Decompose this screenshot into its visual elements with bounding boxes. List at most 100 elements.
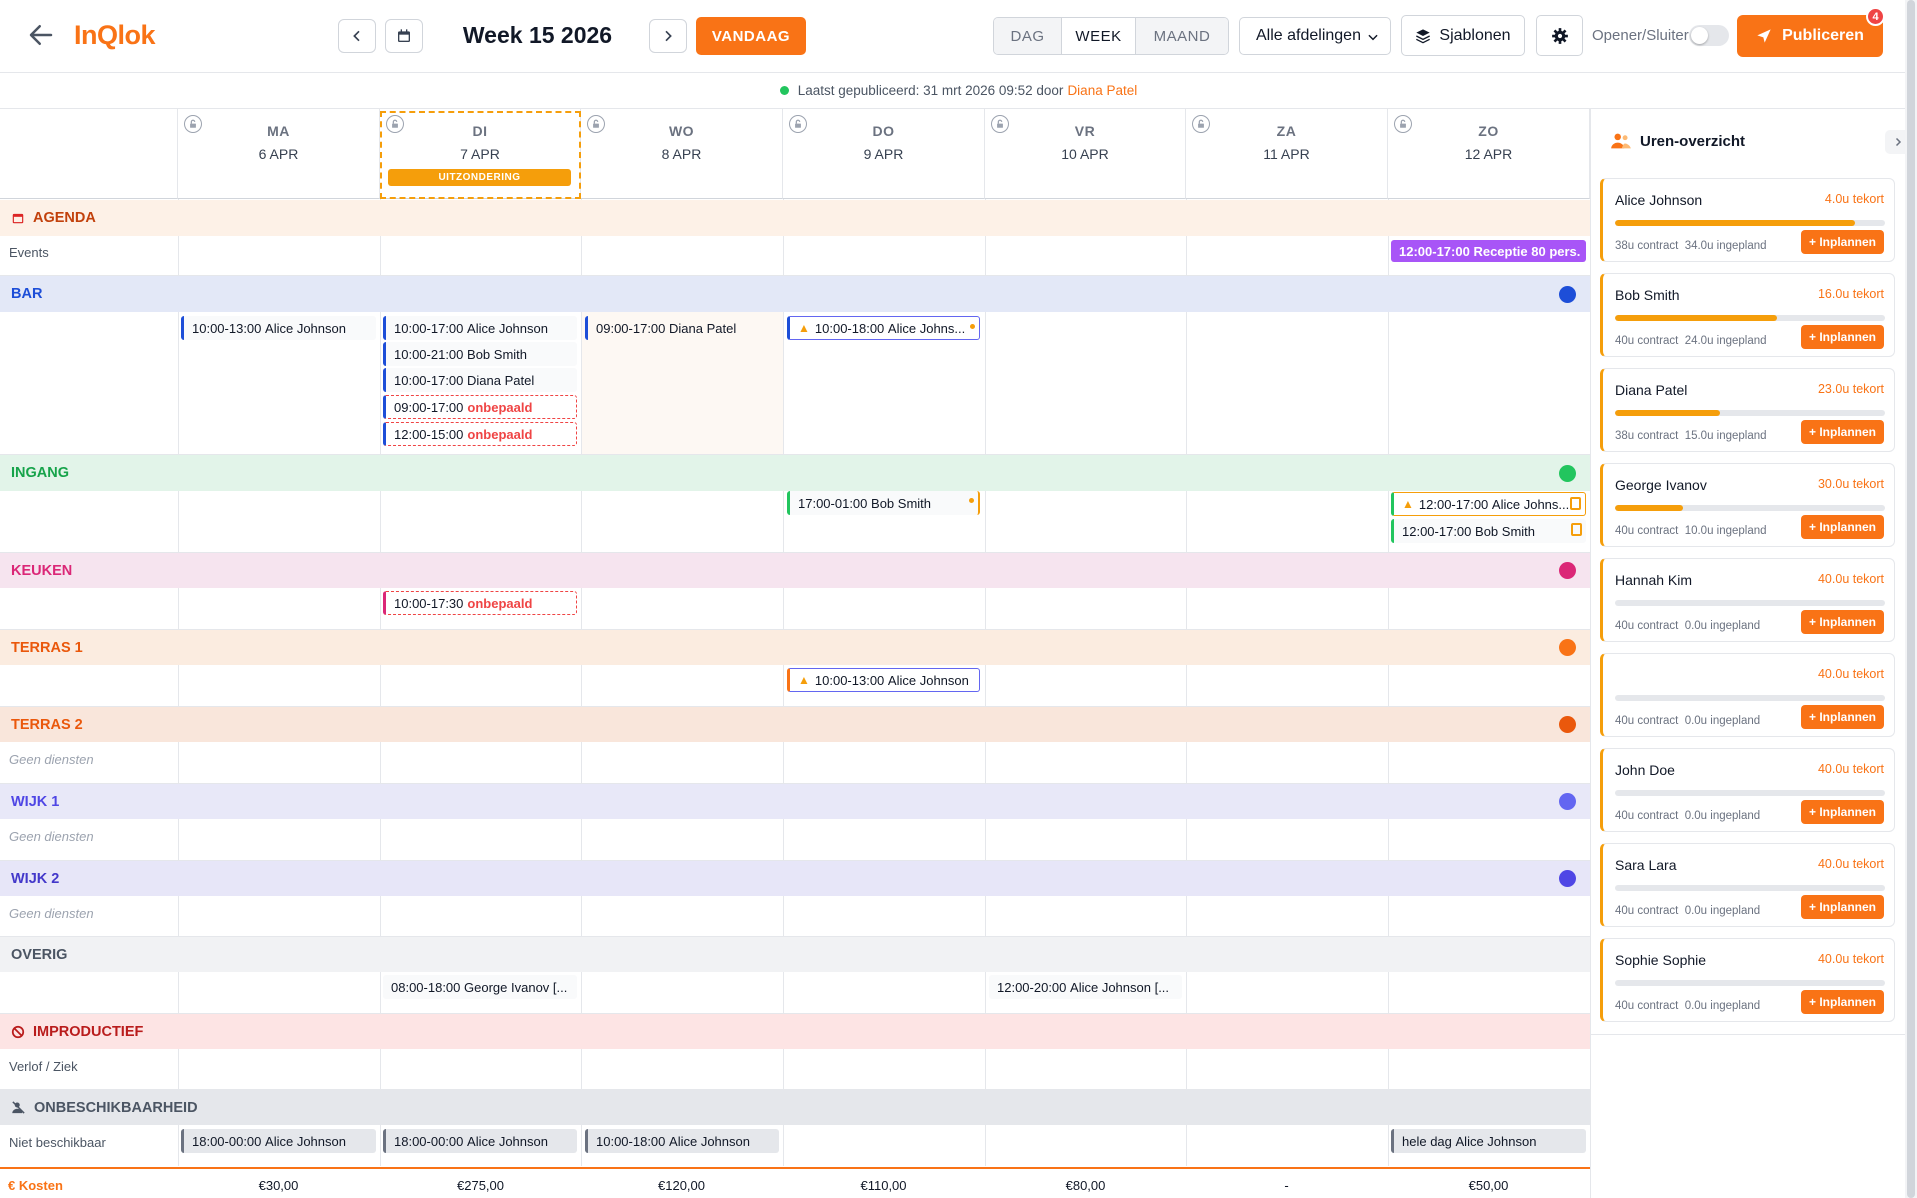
shift-card[interactable]: 10:00-17:00 Diana Patel: [383, 368, 577, 392]
day-header-zo[interactable]: ZO 12 APR: [1388, 109, 1590, 199]
back-arrow-icon[interactable]: [26, 20, 56, 50]
employee-card[interactable]: Sara Lara 40.0u tekort 40u contract 0.0u i…: [1600, 843, 1895, 927]
view-month-tab[interactable]: MAAND: [1136, 18, 1228, 54]
schedule-button[interactable]: + Inplannen: [1801, 325, 1884, 349]
planned-hours: 15.0u ingepland: [1684, 430, 1767, 442]
lock-icon[interactable]: [587, 115, 605, 133]
shift-card[interactable]: 10:00-13:00 Alice Johnson: [181, 316, 376, 340]
day-header-ma[interactable]: MA 6 APR: [178, 109, 380, 199]
shift-card[interactable]: 17:00-01:00 Bob Smith: [787, 491, 980, 515]
day-name: DO: [872, 123, 895, 139]
unavailability-card[interactable]: 18:00-00:00 Alice Johnson: [383, 1129, 577, 1153]
schedule-button[interactable]: + Inplannen: [1801, 230, 1884, 254]
day-name: MA: [267, 123, 290, 139]
published-by[interactable]: Diana Patel: [1067, 83, 1137, 98]
lock-icon[interactable]: [789, 115, 807, 133]
contract-hours: 40u contract: [1615, 905, 1679, 917]
employee-card[interactable]: 40.0u tekort 40u contract 0.0u ingepland +…: [1600, 653, 1895, 737]
cost-value: €30,00: [258, 1178, 299, 1193]
employee-card[interactable]: Hannah Kim 40.0u tekort 40u contract 0.0u …: [1600, 558, 1895, 642]
settings-button[interactable]: [1536, 15, 1583, 56]
day-header-za[interactable]: ZA 11 APR: [1186, 109, 1388, 199]
schedule-button[interactable]: + Inplannen: [1801, 420, 1884, 444]
lock-icon[interactable]: [1192, 115, 1210, 133]
shift-card[interactable]: 10:00-21:00 Bob Smith: [383, 342, 577, 366]
next-week-button[interactable]: [649, 19, 687, 53]
unavailability-card[interactable]: hele dag Alice Johnson: [1391, 1129, 1586, 1153]
employee-card[interactable]: Bob Smith 16.0u tekort 40u contract 24.0u …: [1600, 273, 1895, 357]
lock-icon[interactable]: [991, 115, 1009, 133]
employee-card[interactable]: Diana Patel 23.0u tekort 38u contract 15.0…: [1600, 368, 1895, 452]
shift-card[interactable]: 12:00-20:00 Alice Johnson [...: [989, 975, 1182, 999]
planned-hours: 0.0u ingepland: [1684, 620, 1761, 632]
shift-card[interactable]: 08:00-18:00 George Ivanov [...: [383, 975, 577, 999]
section-color-dot: [1559, 793, 1576, 810]
schedule-button[interactable]: + Inplannen: [1801, 705, 1884, 729]
cost-label: € Kosten: [8, 1178, 63, 1193]
shift-card[interactable]: 09:00-17:00 Diana Patel: [585, 316, 779, 340]
shift-card[interactable]: 12:00-17:00 Bob Smith: [1391, 519, 1586, 543]
panel-title: Uren-overzicht: [1640, 132, 1746, 150]
department-select[interactable]: Alle afdelingen: [1239, 17, 1391, 55]
shortage-label: 30.0u tekort: [1817, 477, 1884, 491]
lock-icon[interactable]: [184, 115, 202, 133]
shift-card-warning[interactable]: ▲ 10:00-13:00 Alice Johnson: [787, 668, 980, 692]
shift-card-warning[interactable]: ▲ 10:00-18:00 Alice Johns...: [787, 316, 980, 340]
section-wijk-1: WIJK 1: [0, 784, 1590, 819]
unavailability-card[interactable]: 10:00-18:00 Alice Johnson: [585, 1129, 779, 1153]
day-header-vr[interactable]: VR 10 APR: [985, 109, 1186, 199]
hours-progress-bar: [1615, 695, 1885, 701]
calendar-button[interactable]: [385, 19, 423, 53]
event-shift[interactable]: 12:00-17:00 Receptie 80 pers.: [1391, 240, 1586, 262]
schedule-button[interactable]: + Inplannen: [1801, 895, 1884, 919]
schedule-button[interactable]: + Inplannen: [1801, 610, 1884, 634]
shortage-label: 40.0u tekort: [1817, 572, 1884, 586]
scrollbar-thumb[interactable]: [1907, 0, 1915, 1198]
shortage-label: 23.0u tekort: [1817, 382, 1884, 396]
section-label: TERRAS 1: [11, 639, 83, 656]
publish-button[interactable]: Publiceren: [1737, 15, 1883, 57]
templates-button[interactable]: Sjablonen: [1401, 15, 1525, 56]
section-overig: OVERIG: [0, 937, 1590, 972]
schedule-button[interactable]: + Inplannen: [1801, 800, 1884, 824]
contract-meta: 40u contract 0.0u ingepland: [1615, 810, 1760, 822]
empty-row-label: Geen diensten: [9, 829, 94, 844]
employee-card[interactable]: Sophie Sophie 40.0u tekort 40u contract 0.…: [1600, 938, 1895, 1022]
day-header-wo[interactable]: WO 8 APR: [581, 109, 783, 199]
shift-card[interactable]: 10:00-17:00 Alice Johnson: [383, 316, 577, 340]
day-header-do[interactable]: DO 9 APR: [783, 109, 985, 199]
day-date: 10 APR: [1061, 146, 1109, 162]
section-terras-1: TERRAS 1: [0, 630, 1590, 665]
view-switcher: DAG WEEK MAAND: [993, 17, 1229, 55]
employee-card[interactable]: George Ivanov 30.0u tekort 40u contract 10…: [1600, 463, 1895, 547]
schedule-button[interactable]: + Inplannen: [1801, 990, 1884, 1014]
cost-value: €275,00: [457, 1178, 504, 1193]
keuken-row: [0, 588, 1590, 630]
contract-meta: 40u contract 0.0u ingepland: [1615, 715, 1760, 727]
scrollbar-track[interactable]: [1905, 0, 1917, 1198]
unassigned-shift-card[interactable]: 09:00-17:00 onbepaald: [383, 395, 577, 419]
planned-hours: 0.0u ingepland: [1684, 905, 1761, 917]
employee-card[interactable]: Alice Johnson 4.0u tekort 38u contract 34.…: [1600, 178, 1895, 262]
schedule-button[interactable]: + Inplannen: [1801, 515, 1884, 539]
prev-week-button[interactable]: [338, 19, 376, 53]
panel-divider: [1591, 1034, 1917, 1035]
day-date: 11 APR: [1263, 146, 1310, 162]
day-name: VR: [1074, 123, 1096, 139]
unavailability-card[interactable]: 18:00-00:00 Alice Johnson: [181, 1129, 376, 1153]
unassigned-shift-card[interactable]: 10:00-17:30 onbepaald: [383, 591, 577, 615]
today-button[interactable]: VANDAAG: [696, 17, 806, 55]
section-color-dot: [1559, 562, 1576, 579]
row-label-niet-beschikbaar: Niet beschikbaar: [9, 1135, 106, 1150]
published-text: Laatst gepubliceerd: 31 mrt 2026 09:52 d…: [797, 83, 1064, 98]
shift-card-warning[interactable]: ▲ 12:00-17:00 Alice Johns...: [1391, 492, 1586, 516]
unassigned-shift-card[interactable]: 12:00-15:00 onbepaald: [383, 422, 577, 446]
lock-icon[interactable]: [1394, 115, 1412, 133]
chevron-right-icon: [1895, 137, 1902, 147]
view-day-tab[interactable]: DAG: [994, 18, 1061, 54]
day-date: 8 APR: [661, 146, 702, 162]
day-name: ZO: [1478, 123, 1499, 139]
opener-closer-toggle[interactable]: [1689, 25, 1729, 46]
employee-card[interactable]: John Doe 40.0u tekort 40u contract 0.0u in…: [1600, 748, 1895, 832]
view-week-tab[interactable]: WEEK: [1061, 18, 1136, 54]
